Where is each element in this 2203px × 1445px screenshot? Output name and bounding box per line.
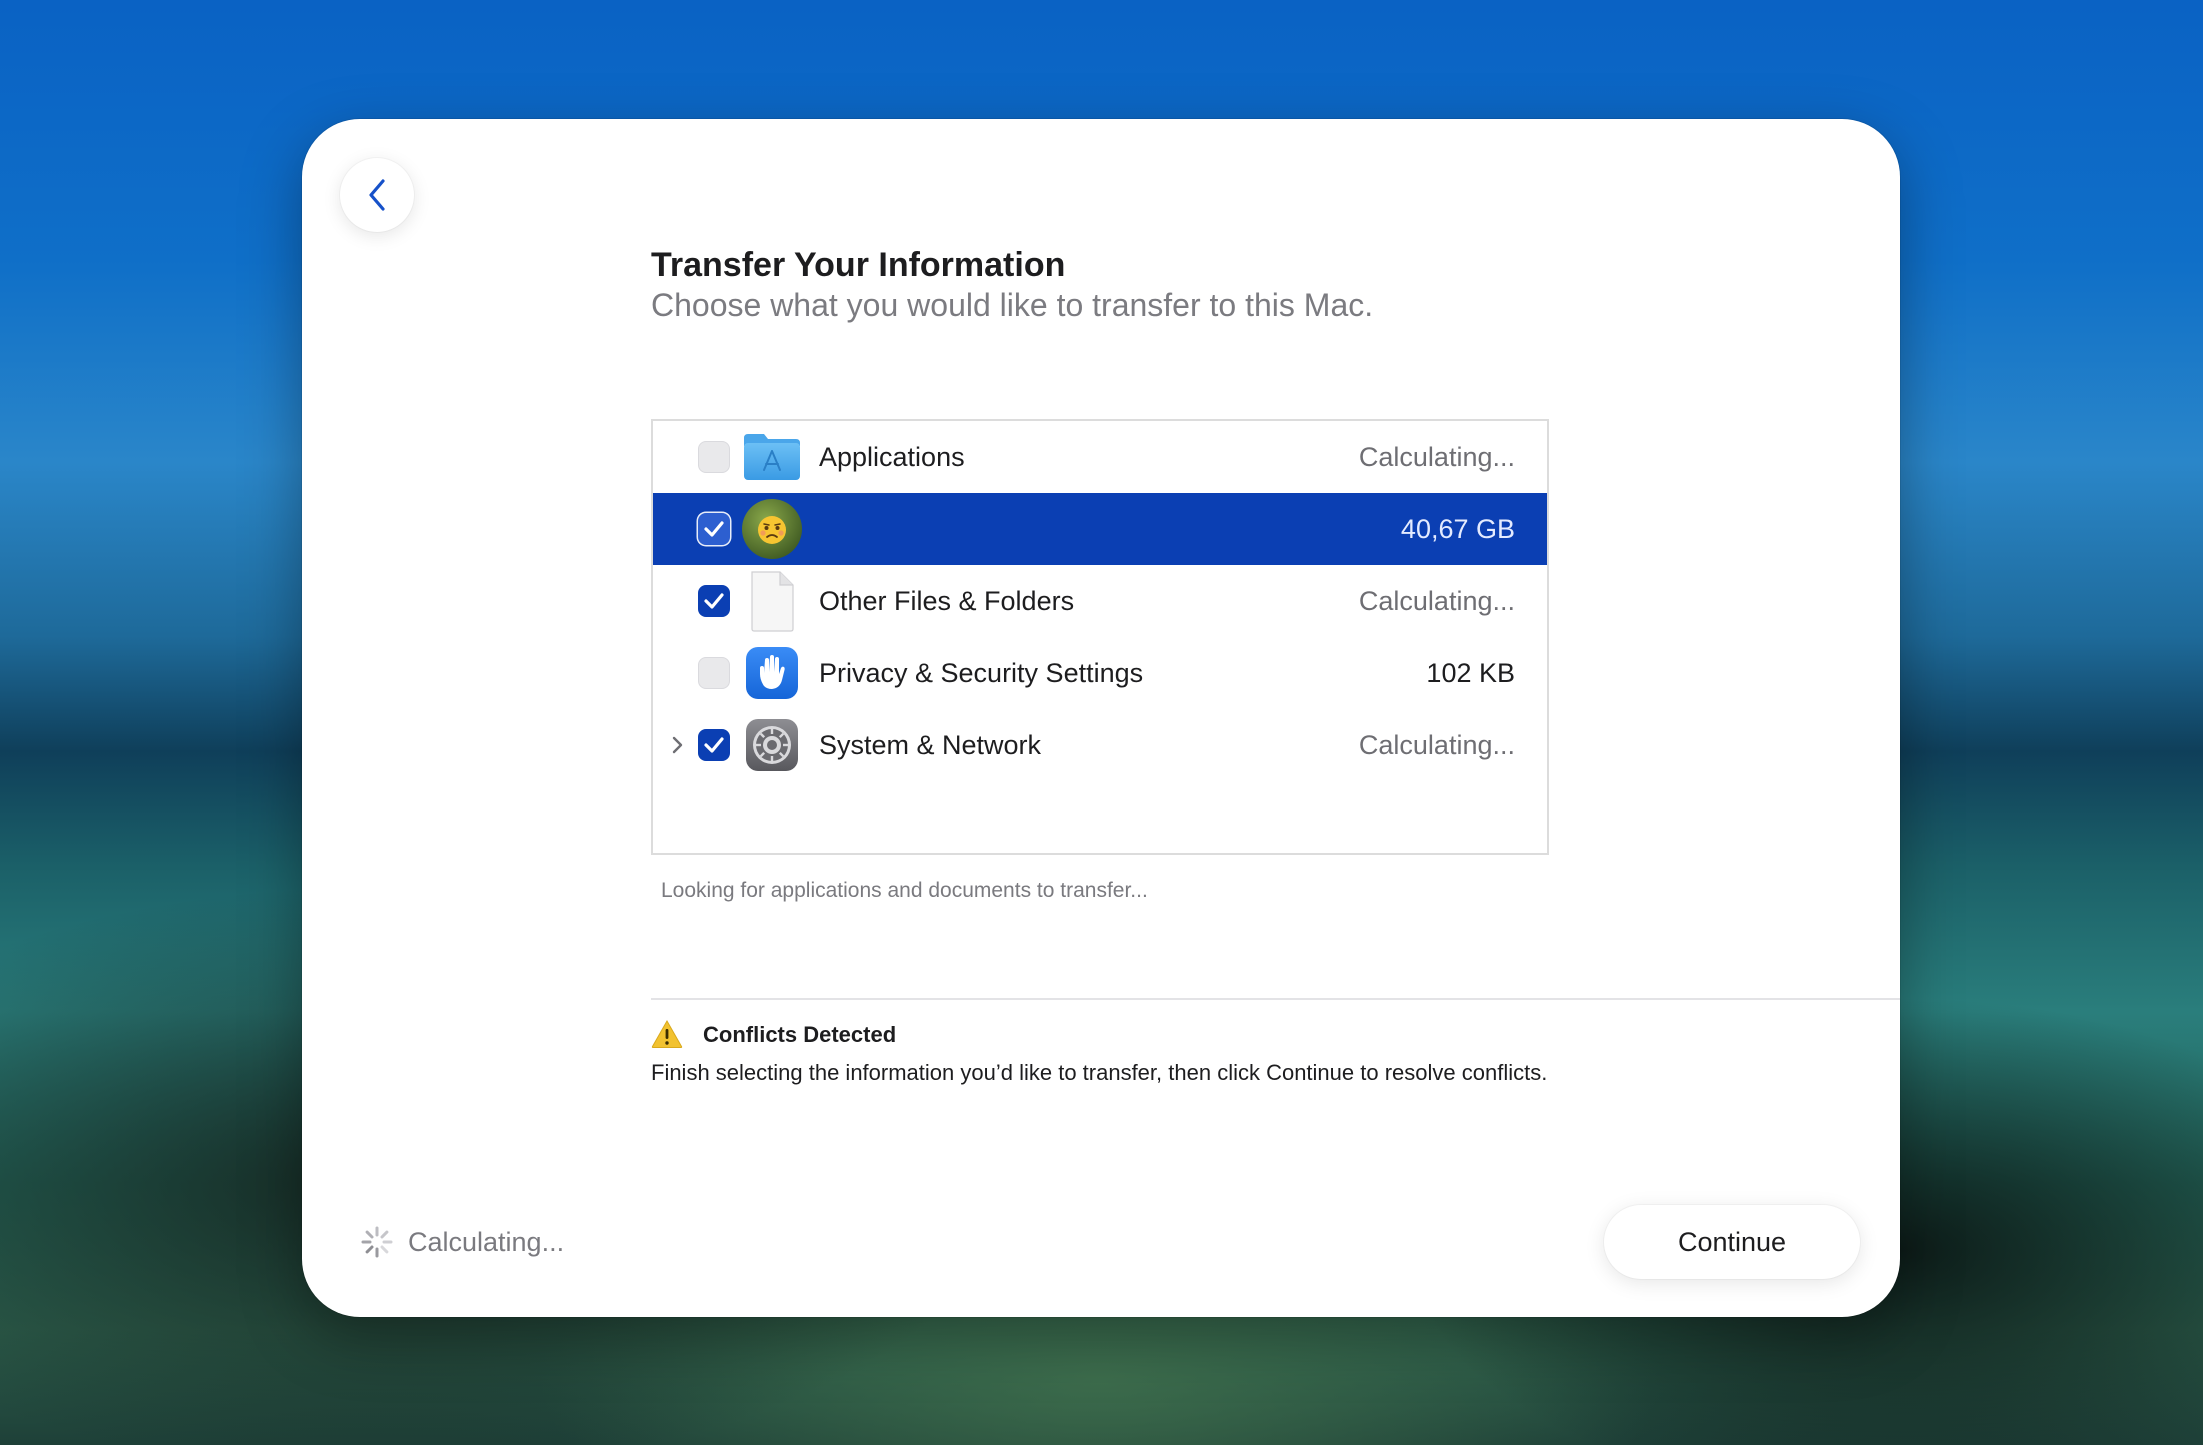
privacy-hand-icon [741,642,803,704]
warning-triangle-icon [651,1019,683,1048]
continue-button[interactable]: Continue [1604,1205,1860,1279]
footer-status-text: Calculating... [408,1227,565,1257]
checkmark-icon [704,737,724,753]
list-item-privacy-security[interactable]: Privacy & Security Settings 102 KB [653,637,1547,709]
list-item-applications[interactable]: Applications Calculating... [653,421,1547,493]
checkbox-other-files[interactable] [698,585,730,617]
list-status-text: Looking for applications and documents t… [661,879,1148,902]
row-size: 102 KB [1426,658,1515,688]
checkmark-icon [704,593,724,609]
checkbox-system-network[interactable] [698,729,730,761]
migration-assistant-window: Transfer Your Information Choose what yo… [302,119,1900,1317]
row-label: Privacy & Security Settings [819,658,1144,688]
system-settings-gear-icon [741,714,803,776]
checkmark-icon [704,521,724,537]
list-item-user-account[interactable]: 40,67 GB [653,493,1547,565]
disclosure-chevron-right-icon[interactable] [663,731,691,759]
checkbox-applications[interactable] [698,441,730,473]
transfer-items-list: Applications Calculating... 40,67 GB Oth… [651,419,1549,855]
row-label: Other Files & Folders [819,586,1075,616]
page-subtitle: Choose what you would like to transfer t… [651,287,1374,323]
row-size: Calculating... [1358,586,1515,616]
row-label: System & Network [819,730,1042,760]
row-size: 40,67 GB [1400,514,1515,544]
row-label: Applications [819,442,965,472]
checkbox-privacy-security[interactable] [698,657,730,689]
row-size: Calculating... [1358,730,1515,760]
row-size: Calculating... [1358,442,1515,472]
section-divider [651,998,1900,1000]
checkbox-user-account[interactable] [698,513,730,545]
conflicts-description: Finish selecting the information you’d l… [651,1060,1548,1085]
conflicts-title: Conflicts Detected [703,1022,897,1047]
loading-spinner-icon [361,1226,393,1258]
document-icon [741,570,803,632]
list-item-system-network[interactable]: System & Network Calculating... [653,709,1547,781]
chevron-left-icon [369,179,385,211]
page-title: Transfer Your Information [651,246,1066,284]
applications-folder-icon [741,426,803,488]
user-avatar-icon [741,498,803,560]
list-item-other-files[interactable]: Other Files & Folders Calculating... [653,565,1547,637]
back-button[interactable] [340,158,414,232]
